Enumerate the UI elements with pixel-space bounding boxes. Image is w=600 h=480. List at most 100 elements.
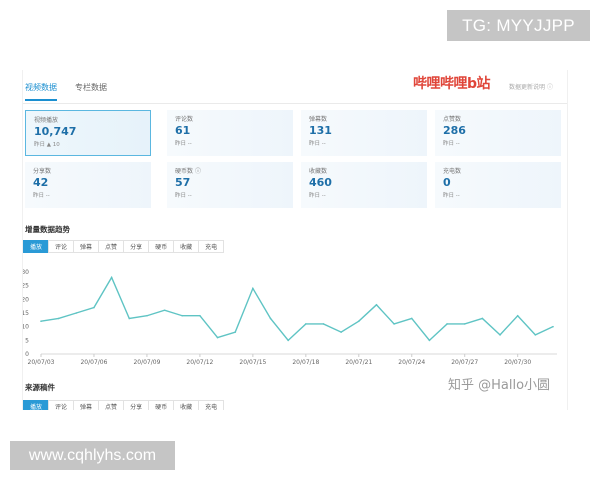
data-point[interactable] [110, 276, 113, 279]
data-point[interactable] [340, 331, 342, 333]
card-label: 点赞数 [443, 116, 462, 123]
stat-card-coins[interactable]: 硬币数 ⓘ 57 昨日 -- [167, 162, 293, 208]
stat-card-comments[interactable]: 评论数 61 昨日 -- [167, 110, 293, 156]
trend-filter-6[interactable]: 收藏 [173, 240, 200, 253]
card-sub: 昨日 -- [309, 193, 326, 199]
card-label: 分享数 [33, 168, 52, 175]
data-point[interactable] [446, 323, 448, 325]
card-label: 收藏数 [309, 168, 328, 175]
help-icon: ⓘ [194, 168, 201, 175]
card-label: 硬币数 ⓘ [175, 166, 285, 175]
source-filter-5[interactable]: 硬币 [148, 400, 175, 410]
data-point[interactable] [93, 306, 95, 309]
x-tick-label: 20/07/03 [28, 359, 55, 366]
data-point[interactable] [181, 314, 184, 317]
data-point[interactable] [269, 317, 272, 320]
trend-filter-1[interactable]: 评论 [48, 240, 75, 253]
card-value: 131 [309, 124, 332, 137]
data-point[interactable] [393, 323, 395, 325]
data-point[interactable] [410, 317, 413, 320]
stat-card-shares[interactable]: 分享数 42 昨日 -- [25, 162, 151, 208]
card-sub: 昨日 -- [443, 141, 460, 147]
y-tick-label: 25 [23, 283, 29, 290]
trend-line-chart: 0 5 10 15 20 25 30 20/07/03 20/07/06 20/07/09 20/0… [23, 269, 557, 366]
data-point[interactable] [552, 325, 554, 328]
data-point[interactable] [463, 323, 466, 325]
data-point[interactable] [252, 287, 254, 290]
info-icon: ⓘ [546, 84, 553, 91]
card-value: 10,747 [34, 125, 77, 138]
stat-card-favorites[interactable]: 收藏数 460 昨日 -- [301, 162, 427, 208]
card-sub: 昨日 -- [33, 193, 50, 199]
data-point[interactable] [499, 334, 501, 336]
bilibili-logo: 哔哩哔哩b站 [413, 76, 491, 92]
card-value: 286 [443, 124, 466, 137]
stat-card-likes[interactable]: 点赞数 286 昨日 -- [435, 110, 561, 156]
data-point[interactable] [40, 320, 42, 322]
data-point[interactable] [163, 309, 166, 312]
y-tick-label: 5 [25, 337, 29, 344]
trend-filter-group: 播放 评论 弹幕 点赞 分享 硬币 收藏 充电 [23, 240, 225, 253]
card-label: 视频播放 [34, 117, 59, 124]
y-tick-label: 30 [23, 269, 29, 276]
trend-section-title: 增量数据趋势 [25, 225, 70, 234]
card-sub: 昨日 -- [175, 141, 192, 147]
source-filter-6[interactable]: 收藏 [173, 400, 200, 410]
stat-card-views[interactable]: 视频播放 10,747 昨日 ▲ 10 [25, 110, 151, 156]
trend-filter-7[interactable]: 充电 [198, 240, 225, 253]
data-point[interactable] [146, 314, 148, 317]
update-info-link[interactable]: 数据更新说明 ⓘ [509, 82, 553, 91]
card-sub: 昨日 -- [309, 141, 326, 147]
tab-column-data[interactable]: 专栏数据 [75, 82, 107, 99]
data-point[interactable] [322, 323, 325, 325]
trend-filter-0[interactable]: 播放 [23, 240, 50, 253]
stat-card-danmaku[interactable]: 弹幕数 131 昨日 -- [301, 110, 427, 156]
trend-filter-2[interactable]: 弹幕 [73, 240, 100, 253]
card-label-text: 硬币数 [175, 168, 194, 175]
tab-video-data[interactable]: 视频数据 [25, 82, 57, 101]
data-point[interactable] [481, 317, 484, 320]
y-tick-label: 20 [23, 296, 29, 303]
data-point[interactable] [534, 334, 537, 336]
trend-filter-3[interactable]: 点赞 [98, 240, 125, 253]
stat-card-charge[interactable]: 充电数 0 昨日 -- [435, 162, 561, 208]
x-tick-label: 20/07/15 [239, 359, 266, 366]
data-point[interactable] [234, 331, 237, 333]
update-info-label: 数据更新说明 [509, 84, 546, 91]
y-tick-label: 10 [23, 324, 29, 331]
data-point[interactable] [428, 339, 431, 342]
trend-filter-5[interactable]: 硬币 [148, 240, 175, 253]
trend-filter-4[interactable]: 分享 [123, 240, 150, 253]
source-filter-7[interactable]: 充电 [198, 400, 225, 410]
data-point[interactable] [57, 317, 60, 320]
x-tick-label: 20/07/12 [186, 359, 213, 366]
source-filter-3[interactable]: 点赞 [98, 400, 125, 410]
dashboard-panel: 视频数据 专栏数据 哔哩哔哩b站 数据更新说明 ⓘ 视频播放 10,747 昨日… [22, 70, 568, 410]
card-label: 充电数 [443, 168, 462, 175]
data-point[interactable] [216, 336, 219, 339]
card-sub: 昨日 ▲ 10 [34, 142, 60, 148]
card-value: 460 [309, 176, 332, 189]
card-value: 61 [175, 124, 191, 137]
data-point[interactable] [305, 323, 307, 325]
source-filter-4[interactable]: 分享 [123, 400, 150, 410]
y-tick-label: 0 [25, 351, 29, 358]
data-point[interactable] [357, 320, 360, 322]
card-label: 弹幕数 [309, 116, 328, 123]
data-point[interactable] [128, 317, 131, 320]
source-filter-2[interactable]: 弹幕 [73, 400, 100, 410]
data-point[interactable] [199, 314, 201, 317]
data-point[interactable] [75, 312, 78, 314]
y-tick-label: 15 [23, 310, 29, 317]
data-point[interactable] [516, 314, 519, 317]
source-filter-0[interactable]: 播放 [23, 400, 50, 410]
card-sub: 昨日 -- [175, 193, 192, 199]
card-value: 42 [33, 176, 49, 189]
source-filter-1[interactable]: 评论 [48, 400, 75, 410]
source-section-title: 来源稿件 [25, 383, 55, 392]
series-line [40, 275, 554, 342]
x-tick-label: 20/07/09 [133, 359, 160, 366]
watermark-top: TG: MYYJJPP [447, 10, 590, 41]
data-point[interactable] [287, 339, 289, 342]
data-point[interactable] [375, 304, 378, 306]
